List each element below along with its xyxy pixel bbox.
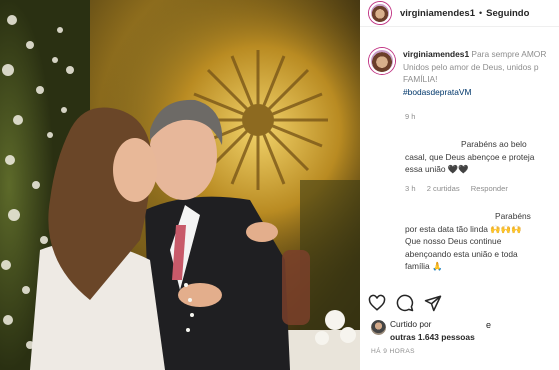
comment-meta: 3 h 2 curtidas Responder bbox=[405, 184, 517, 193]
post-timestamp[interactable]: HÁ 9 HORAS bbox=[371, 348, 415, 355]
liked-by-label: Curtido por bbox=[390, 319, 432, 329]
author-username[interactable]: virginiamendes1 bbox=[400, 8, 475, 19]
comment-likes[interactable]: 2 curtidas bbox=[427, 184, 460, 193]
comment-icon[interactable] bbox=[396, 294, 414, 312]
comment-line: por esta data tão linda 🙌🙌🙌 bbox=[405, 223, 522, 234]
caption-line-3: FAMÍLIA! bbox=[403, 74, 438, 84]
post-header: virginiamendes1 • Seguindo bbox=[360, 0, 559, 27]
caption-time[interactable]: 9 h bbox=[405, 112, 415, 121]
comment-line: casal, que Deus abençoe e proteja bbox=[405, 151, 535, 162]
post-actions bbox=[368, 294, 442, 312]
share-icon[interactable] bbox=[424, 294, 442, 312]
heart-icon[interactable] bbox=[368, 294, 386, 312]
post-photo[interactable] bbox=[0, 0, 360, 370]
comment-time[interactable]: 3 h bbox=[405, 184, 416, 193]
caption-avatar[interactable] bbox=[369, 48, 395, 74]
comment-line: Parabéns bbox=[495, 211, 531, 221]
likes-summary: Curtido por outras 1.643 pessoas bbox=[390, 318, 475, 343]
comment: Parabéns ao belo casal, que Deus abençoe… bbox=[405, 138, 555, 176]
caption-line-2: Unidos pelo amor de Deus, unidos p bbox=[403, 61, 539, 72]
wedding-kiss-image bbox=[0, 0, 360, 370]
caption-line-1: Para sempre AMOR bbox=[469, 49, 547, 59]
liker-avatar[interactable] bbox=[371, 320, 386, 335]
comment: Parabéns por esta data tão linda 🙌🙌🙌 Que… bbox=[405, 210, 559, 273]
likes-separator: e bbox=[486, 320, 492, 330]
header-separator: • bbox=[478, 8, 483, 18]
likes-count[interactable]: outras 1.643 pessoas bbox=[390, 332, 475, 342]
comment-line: essa união 🖤🖤 bbox=[405, 164, 469, 175]
following-button[interactable]: Seguindo bbox=[486, 8, 529, 19]
post-caption: virginiamendes1 Para sempre AMOR Unidos … bbox=[369, 48, 559, 98]
author-avatar[interactable] bbox=[369, 2, 391, 24]
comment-line: abençoando esta união e toda bbox=[405, 248, 518, 259]
comment-line: Parabéns ao belo bbox=[461, 139, 527, 149]
reply-button[interactable]: Responder bbox=[471, 184, 508, 193]
comment-line: família 🙏 bbox=[405, 261, 443, 272]
caption-hashtag[interactable]: #bodasdeprataVM bbox=[403, 87, 471, 97]
comment-line: Que nosso Deus continue bbox=[405, 236, 502, 247]
caption-username[interactable]: virginiamendes1 bbox=[403, 49, 469, 59]
